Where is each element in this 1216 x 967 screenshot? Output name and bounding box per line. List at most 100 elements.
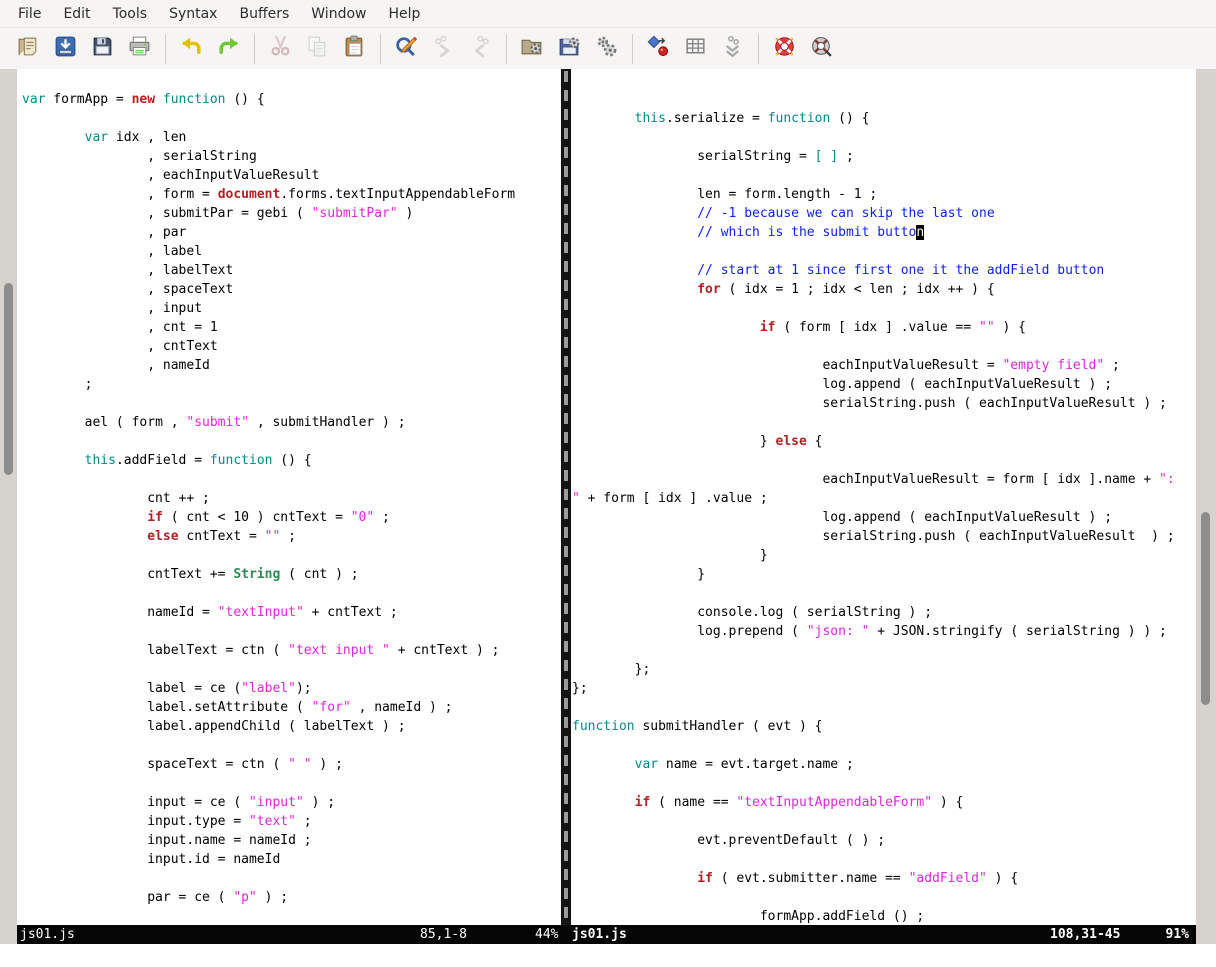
help-icon <box>772 34 797 63</box>
code-line <box>22 394 561 413</box>
code-line <box>22 584 561 603</box>
code-line: }; <box>572 660 1196 679</box>
toolbar-separator <box>758 34 759 64</box>
code-line <box>572 888 1196 907</box>
left-scrollbar-thumb[interactable] <box>4 283 13 475</box>
cut-icon <box>268 34 293 63</box>
code-line: console.log ( serialString ) ; <box>572 603 1196 622</box>
code-line: par = ce ( "p" ) ; <box>22 888 561 907</box>
code-line <box>572 413 1196 432</box>
toolbar-separator <box>165 34 166 64</box>
save-file-button[interactable] <box>52 35 80 63</box>
right-scrollbar[interactable] <box>1196 69 1216 944</box>
code-line <box>572 774 1196 793</box>
redo-button[interactable] <box>215 35 243 63</box>
code-line <box>572 128 1196 147</box>
code-line: else cntText = "" ; <box>22 527 561 546</box>
menu-buffers[interactable]: Buffers <box>228 0 300 28</box>
code-line: input.name = nameId ; <box>22 831 561 850</box>
code-line <box>572 736 1196 755</box>
command-line <box>0 944 1216 967</box>
load-session-button[interactable] <box>519 35 547 63</box>
code-line: , cnt = 1 <box>22 318 561 337</box>
code-line <box>572 584 1196 603</box>
save-session-button[interactable] <box>556 35 584 63</box>
code-line <box>572 812 1196 831</box>
code-line <box>22 432 561 451</box>
left-scrollbar[interactable] <box>0 69 17 944</box>
code-line: } <box>572 565 1196 584</box>
code-line: input.type = "text" ; <box>22 812 561 831</box>
menu-file[interactable]: File <box>7 0 52 28</box>
code-line: , form = document.forms.textInputAppenda… <box>22 185 561 204</box>
toolbar <box>0 28 1216 69</box>
code-pane-right[interactable]: this.serialize = function () { serialStr… <box>571 69 1196 925</box>
make-icon <box>646 34 671 63</box>
code-line <box>22 660 561 679</box>
code-line <box>572 90 1196 109</box>
code-line: formApp.addField () ; <box>572 907 1196 925</box>
status-bar[interactable]: js01.js 85,1-8 44% js01.js 108,31-45 91% <box>17 925 1196 944</box>
editor-area: var formApp = new function () { var idx … <box>0 69 1216 925</box>
menu-syntax[interactable]: Syntax <box>158 0 228 28</box>
menu-tools[interactable]: Tools <box>102 0 159 28</box>
jump-to-tag-button[interactable] <box>719 35 747 63</box>
code-line: nameId = "textInput" + cntText ; <box>22 603 561 622</box>
code-line <box>572 850 1196 869</box>
code-line <box>572 242 1196 261</box>
code-line: serialString.push ( eachInputValueResult… <box>572 527 1196 546</box>
code-line <box>22 869 561 888</box>
help-find-button[interactable] <box>808 35 836 63</box>
code-line <box>22 109 561 128</box>
code-line: // start at 1 since first one it the add… <box>572 261 1196 280</box>
code-line: , cntText <box>22 337 561 356</box>
save-file-icon <box>53 34 78 63</box>
right-status-percent: 91% <box>1166 925 1189 944</box>
toolbar-separator <box>254 34 255 64</box>
find-prev-icon <box>468 34 493 63</box>
code-line: // which is the submit button <box>572 223 1196 242</box>
code-line: log.prepend ( "json: " + JSON.stringify … <box>572 622 1196 641</box>
code-line: cnt ++ ; <box>22 489 561 508</box>
right-scrollbar-thumb[interactable] <box>1201 512 1210 705</box>
code-line: } else { <box>572 432 1196 451</box>
find-next-button <box>430 35 458 63</box>
code-line <box>22 774 561 793</box>
build-tags-icon <box>683 34 708 63</box>
make-button[interactable] <box>645 35 673 63</box>
code-line <box>572 451 1196 470</box>
code-line <box>22 736 561 755</box>
vertical-split-divider[interactable] <box>561 69 571 925</box>
code-line: eachInputValueResult = "empty field" ; <box>572 356 1196 375</box>
print-button[interactable] <box>126 35 154 63</box>
code-line: , label <box>22 242 561 261</box>
build-tags-button[interactable] <box>682 35 710 63</box>
left-status-filename: js01.js <box>20 925 75 944</box>
code-line: label = ce ("label"); <box>22 679 561 698</box>
print-icon <box>127 34 152 63</box>
menu-edit[interactable]: Edit <box>52 0 101 28</box>
save-all-button[interactable] <box>89 35 117 63</box>
undo-button[interactable] <box>178 35 206 63</box>
code-pane-left[interactable]: var formApp = new function () { var idx … <box>17 69 561 925</box>
code-line: }; <box>572 679 1196 698</box>
undo-icon <box>179 34 204 63</box>
code-line: ; <box>22 375 561 394</box>
code-line: if ( evt.submitter.name == "addField" ) … <box>572 869 1196 888</box>
open-file-button[interactable] <box>15 35 43 63</box>
menu-window[interactable]: Window <box>300 0 377 28</box>
help-button[interactable] <box>771 35 799 63</box>
code-line: ael ( form , "submit" , submitHandler ) … <box>22 413 561 432</box>
toolbar-separator <box>506 34 507 64</box>
code-line <box>22 546 561 565</box>
code-line <box>572 698 1196 717</box>
code-line: eachInputValueResult = form [ idx ].name… <box>572 470 1196 489</box>
code-line: var formApp = new function () { <box>22 90 561 109</box>
run-script-button[interactable] <box>593 35 621 63</box>
find-replace-button[interactable] <box>393 35 421 63</box>
code-line: spaceText = ctn ( " " ) ; <box>22 755 561 774</box>
code-line: , serialString <box>22 147 561 166</box>
menu-help[interactable]: Help <box>377 0 431 28</box>
paste-button[interactable] <box>341 35 369 63</box>
code-line <box>22 470 561 489</box>
